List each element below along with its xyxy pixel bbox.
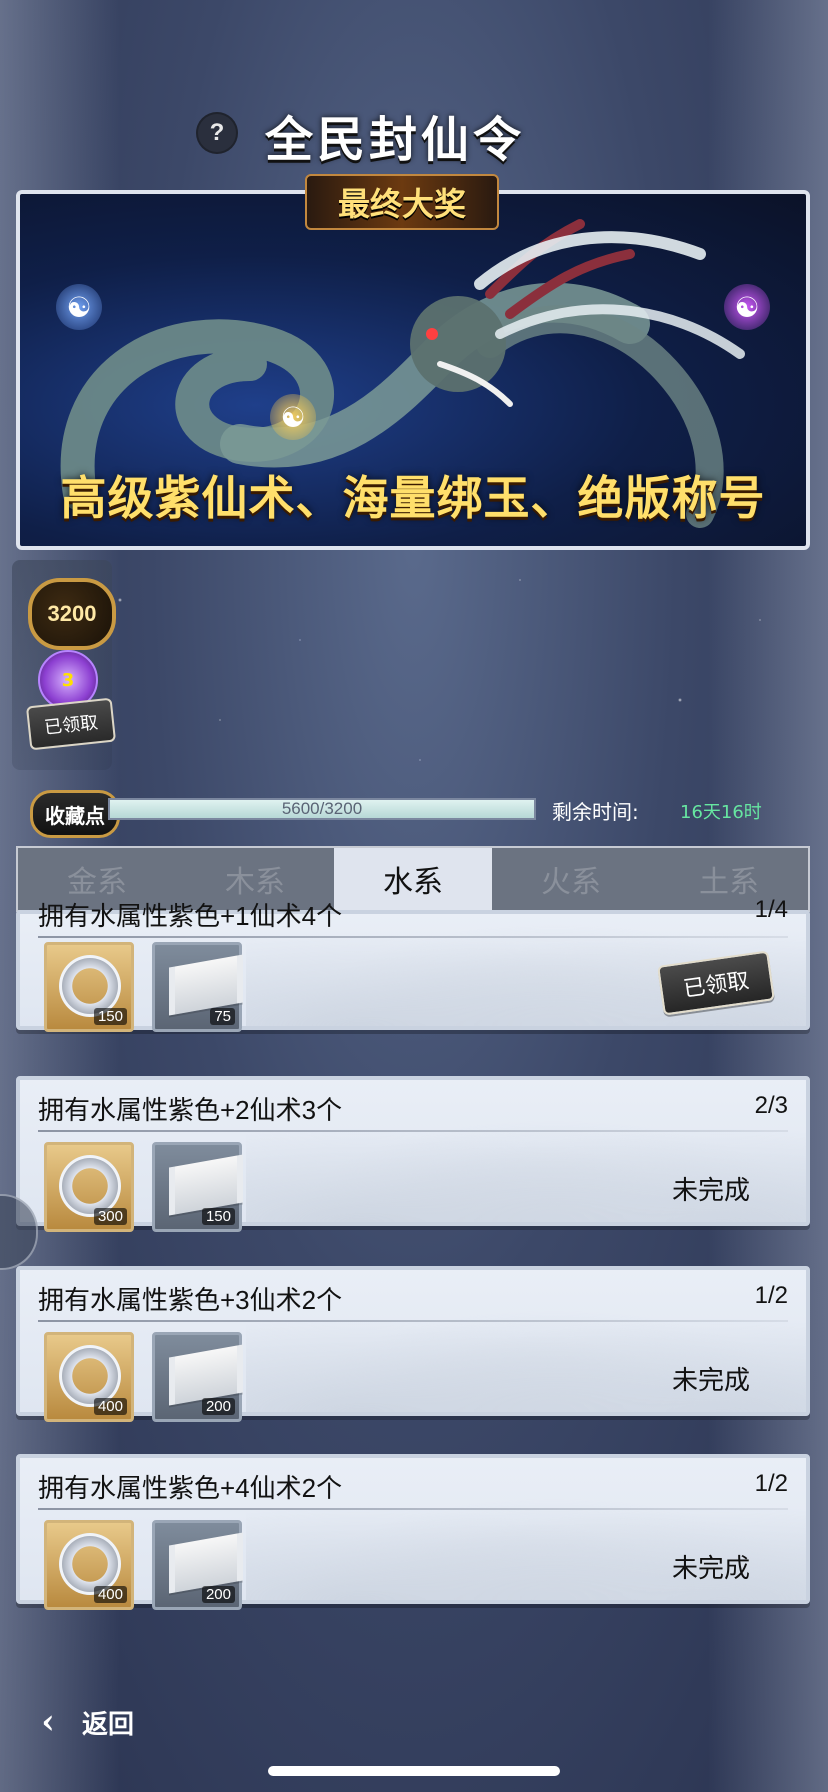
yin-yang-icon: ☯: [724, 284, 770, 330]
task-progress: 1/2: [754, 1470, 788, 1497]
reward-scroll-item[interactable]: 200: [152, 1520, 243, 1610]
reward-scroll-item[interactable]: 200: [152, 1332, 243, 1422]
back-button[interactable]: ‹ 返回: [24, 1696, 154, 1748]
remaining-time-label: 剩余时间:: [552, 800, 639, 824]
task-card: 拥有水属性紫色+2仙术3个 2/3 300 150 未完成: [16, 1076, 810, 1232]
progress-text: 5600/3200: [281, 799, 363, 818]
collection-points-label: 收藏点: [30, 790, 120, 838]
scroll-icon: [169, 1344, 243, 1406]
task-status: 未完成: [671, 1553, 750, 1583]
reward-scroll-item[interactable]: 150: [152, 1142, 243, 1232]
task-progress: 1/4: [754, 896, 788, 923]
help-button[interactable]: ?: [196, 112, 238, 154]
item-quantity: 75: [210, 1008, 235, 1025]
remaining-time-value: 16天16时: [680, 802, 762, 823]
scroll-icon: [169, 1532, 243, 1594]
item-quantity: 400: [93, 1586, 127, 1603]
divider: [38, 1130, 788, 1132]
banner-rewards-text: 高级紫仙术、海量绑玉、绝版称号: [60, 471, 766, 525]
task-card: 拥有水属性紫色+1仙术4个 1/4 150 75 已领取: [16, 896, 810, 1032]
tab-water[interactable]: 水系: [334, 848, 492, 910]
task-title: 拥有水属性紫色+4仙术2个: [38, 1473, 343, 1503]
yin-yang-icon: ☯: [56, 284, 102, 330]
task-progress: 2/3: [754, 1092, 788, 1119]
page-title: 全民封仙令: [265, 112, 526, 168]
reward-ring-item[interactable]: 400: [44, 1332, 134, 1422]
home-indicator[interactable]: [268, 1766, 560, 1776]
item-quantity: 150: [201, 1208, 235, 1225]
task-status: 未完成: [671, 1175, 750, 1205]
yin-yang-icon: ☯: [270, 394, 316, 440]
task-title: 拥有水属性紫色+3仙术2个: [38, 1285, 343, 1315]
scroll-icon: [169, 954, 243, 1016]
task-progress: 1/2: [754, 1282, 788, 1309]
divider: [38, 1320, 788, 1322]
scroll-icon: [169, 1154, 243, 1216]
reward-ring-item[interactable]: 400: [44, 1520, 134, 1610]
item-quantity: 200: [201, 1398, 235, 1415]
item-quantity: 200: [201, 1586, 235, 1603]
item-quantity: 400: [93, 1398, 127, 1415]
task-status: 未完成: [671, 1365, 750, 1395]
task-title: 拥有水属性紫色+1仙术4个: [38, 901, 343, 931]
reward-scroll-item[interactable]: 75: [152, 942, 243, 1032]
back-label: 返回: [82, 1709, 135, 1740]
banner-tag: 最终大奖: [305, 174, 499, 230]
divider: [38, 936, 788, 938]
item-quantity: 150: [93, 1008, 127, 1025]
tab-fire[interactable]: 火系: [492, 848, 650, 910]
reward-ring-item[interactable]: 150: [44, 942, 134, 1032]
claimed-badge: 已领取: [25, 697, 117, 751]
points-badge: 3200: [28, 578, 116, 650]
reward-ring-item[interactable]: 300: [44, 1142, 134, 1232]
item-quantity: 300: [93, 1208, 127, 1225]
task-card: 拥有水属性紫色+4仙术2个 1/2 400 200 未完成: [16, 1454, 810, 1610]
divider: [38, 1508, 788, 1510]
back-arrow-icon: ‹: [41, 1702, 55, 1742]
task-card: 拥有水属性紫色+3仙术2个 1/2 400 200 未完成: [16, 1266, 810, 1422]
final-prize-banner: ☯ ☯ ☯ 高级紫仙术、海量绑玉、绝版称号: [16, 190, 810, 550]
task-title: 拥有水属性紫色+2仙术3个: [38, 1095, 343, 1125]
